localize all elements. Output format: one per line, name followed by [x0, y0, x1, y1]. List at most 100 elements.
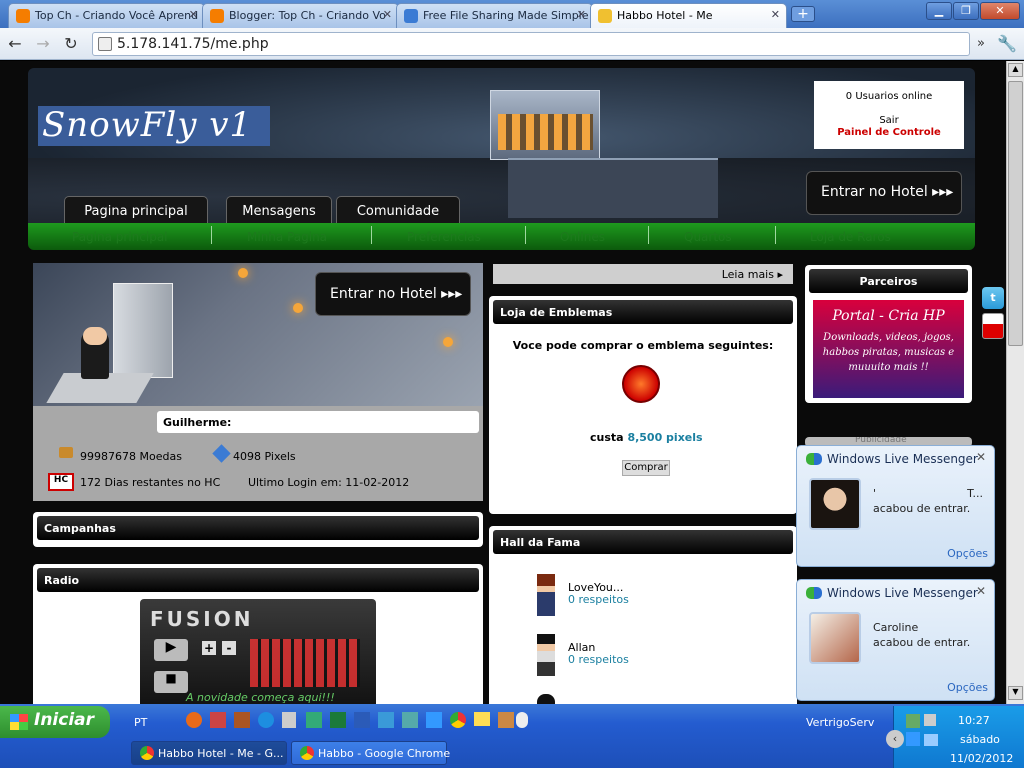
- volume-down-icon[interactable]: -: [222, 641, 236, 655]
- control-panel-link[interactable]: Painel de Controle: [814, 127, 964, 139]
- avatar-face: [83, 327, 107, 345]
- hall-entry-respects[interactable]: 0 respeitos: [568, 653, 629, 666]
- new-tab-button[interactable]: +: [791, 6, 815, 22]
- site-logo[interactable]: SnowFly v1: [38, 106, 270, 146]
- close-tab-icon[interactable]: ✕: [577, 8, 586, 21]
- close-tab-icon[interactable]: ✕: [771, 8, 780, 21]
- close-tab-icon[interactable]: ✕: [189, 8, 198, 21]
- tool-icon[interactable]: [210, 712, 226, 728]
- subnav-preferencias[interactable]: Preferencias: [407, 230, 481, 244]
- subnav-pagina-principal[interactable]: Pagina principal: [72, 230, 168, 244]
- vertrigo-label[interactable]: VertrigoServ: [806, 716, 874, 729]
- chrome-icon: [140, 746, 154, 760]
- ie-icon[interactable]: [258, 712, 274, 728]
- badge-price: 8,500 pixels: [627, 431, 703, 444]
- close-tab-icon[interactable]: ✕: [383, 8, 392, 21]
- msn-notification[interactable]: Windows Live Messenger ✕ Caroline acabou …: [796, 579, 995, 701]
- maximize-button[interactable]: ❐: [953, 2, 979, 20]
- chrome-icon[interactable]: [450, 712, 466, 728]
- clock-time[interactable]: 10:27: [958, 714, 990, 727]
- options-link[interactable]: Opções: [947, 681, 988, 694]
- buy-button[interactable]: Comprar: [622, 460, 670, 476]
- sub-navigation: Pagina principal Minha Pagina Preferenci…: [28, 223, 975, 250]
- subnav-quartos[interactable]: Quartos: [684, 230, 732, 244]
- tray-expand-icon[interactable]: ‹: [886, 730, 904, 748]
- subnav-minha-pagina[interactable]: Minha Pagina: [247, 230, 327, 244]
- reload-icon[interactable]: ↻: [60, 33, 82, 55]
- stop-icon[interactable]: ■: [154, 671, 188, 693]
- wrench-icon[interactable]: 🔧: [996, 33, 1018, 55]
- avatar: [537, 694, 555, 704]
- volume-icon[interactable]: [924, 714, 936, 726]
- logout-link[interactable]: Sair: [814, 115, 964, 127]
- firefox-icon[interactable]: [186, 712, 202, 728]
- scroll-up-icon[interactable]: ▲: [1008, 63, 1023, 77]
- hall-of-fame-panel: Hall da Fama LoveYou... 0 respeitos Alla…: [489, 526, 797, 704]
- youtube-icon[interactable]: [982, 313, 1004, 339]
- twitter-icon[interactable]: t: [982, 287, 1004, 309]
- forward-icon[interactable]: →: [32, 33, 54, 55]
- blogger-icon: [210, 9, 224, 23]
- start-button[interactable]: Iniciar: [0, 706, 110, 738]
- play-icon[interactable]: ▶: [154, 639, 188, 661]
- language-indicator[interactable]: PT: [134, 716, 147, 729]
- browser-tab-2[interactable]: Blogger: Top Ch - Criando Vo ✕: [202, 3, 399, 28]
- monitor-icon[interactable]: [924, 734, 938, 746]
- excel-icon[interactable]: [330, 712, 346, 728]
- windows-logo-icon: [10, 714, 28, 730]
- browser-tab-4-active[interactable]: Habbo Hotel - Me ✕: [590, 3, 787, 28]
- system-tray: ‹ 10:27 sábado 11/02/2012: [886, 706, 1024, 768]
- tab-pagina-principal[interactable]: Pagina principal: [64, 196, 208, 223]
- tab-comunidade[interactable]: Comunidade: [336, 196, 460, 223]
- messenger-icon[interactable]: [402, 712, 418, 728]
- bookmarks-menu-icon[interactable]: »: [970, 33, 992, 55]
- close-icon[interactable]: ✕: [976, 450, 986, 464]
- mouse-icon[interactable]: [516, 712, 528, 728]
- options-link[interactable]: Opções: [947, 547, 988, 560]
- taskbar-item-habbo[interactable]: Habbo Hotel - Me - G...: [131, 741, 287, 765]
- enter-hotel-button-profile[interactable]: Entrar no Hotel ▸▸▸: [315, 272, 471, 316]
- subnav-loja-de-raros[interactable]: Loja de Raros: [810, 230, 891, 244]
- tab-mensagens[interactable]: Mensagens: [226, 196, 332, 223]
- blogger-icon: [16, 9, 30, 23]
- hc-days: 172 Dias restantes no HC: [80, 476, 221, 489]
- docs-icon[interactable]: [426, 712, 442, 728]
- vertical-scrollbar[interactable]: ▲ ▼: [1006, 61, 1024, 704]
- enter-hotel-button[interactable]: Entrar no Hotel ▸▸▸: [806, 171, 962, 215]
- badge-cost-label: custa 8,500 pixels: [590, 431, 703, 444]
- read-more-bar[interactable]: Leia mais ▸: [493, 264, 793, 284]
- skype-icon[interactable]: [378, 712, 394, 728]
- last-login: Ultimo Login em: 11-02-2012: [248, 476, 410, 489]
- campanhas-heading: Campanhas: [37, 516, 479, 540]
- notepad-icon[interactable]: [282, 712, 296, 728]
- messenger-icon[interactable]: [906, 732, 920, 746]
- scroll-down-icon[interactable]: ▼: [1008, 686, 1023, 700]
- clock-day: sábado: [960, 733, 1000, 746]
- subnav-divider: [775, 226, 776, 244]
- browser-tab-1[interactable]: Top Ch - Criando Você Aprend ✕: [8, 3, 205, 28]
- scroll-thumb[interactable]: [1008, 81, 1023, 346]
- app-icon[interactable]: [498, 712, 514, 728]
- hall-entry-respects[interactable]: 0 respeitos: [568, 593, 629, 606]
- radio-heading: Radio: [37, 568, 479, 592]
- volume-up-icon[interactable]: +: [202, 641, 216, 655]
- browser-tab-3[interactable]: Free File Sharing Made Simple ✕: [396, 3, 593, 28]
- close-window-button[interactable]: ✕: [980, 2, 1020, 20]
- hall-of-fame-heading: Hall da Fama: [493, 530, 793, 554]
- network-icon[interactable]: [906, 714, 920, 728]
- clock-date: 11/02/2012: [950, 752, 1014, 765]
- msn-notification[interactable]: Windows Live Messenger ✕ ' T... acabou de …: [796, 445, 995, 567]
- outlook-icon[interactable]: [306, 712, 322, 728]
- page-icon: [98, 37, 112, 51]
- taskbar-item-habbo-chrome[interactable]: Habbo - Google Chrome: [291, 741, 450, 765]
- paint-icon[interactable]: [234, 712, 250, 728]
- badge-shop-panel: Loja de Emblemas Voce pode comprar o emb…: [489, 296, 797, 514]
- back-icon[interactable]: ←: [4, 33, 26, 55]
- close-icon[interactable]: ✕: [976, 584, 986, 598]
- word-icon[interactable]: [354, 712, 370, 728]
- subnav-onlines[interactable]: Onlines: [560, 230, 605, 244]
- minimize-button[interactable]: ▁: [926, 2, 952, 20]
- partner-banner[interactable]: Portal - Cria HP Downloads, videos, jogo…: [813, 300, 964, 398]
- folder-icon[interactable]: [474, 712, 490, 726]
- address-bar[interactable]: 5.178.141.75/me.php: [92, 32, 970, 56]
